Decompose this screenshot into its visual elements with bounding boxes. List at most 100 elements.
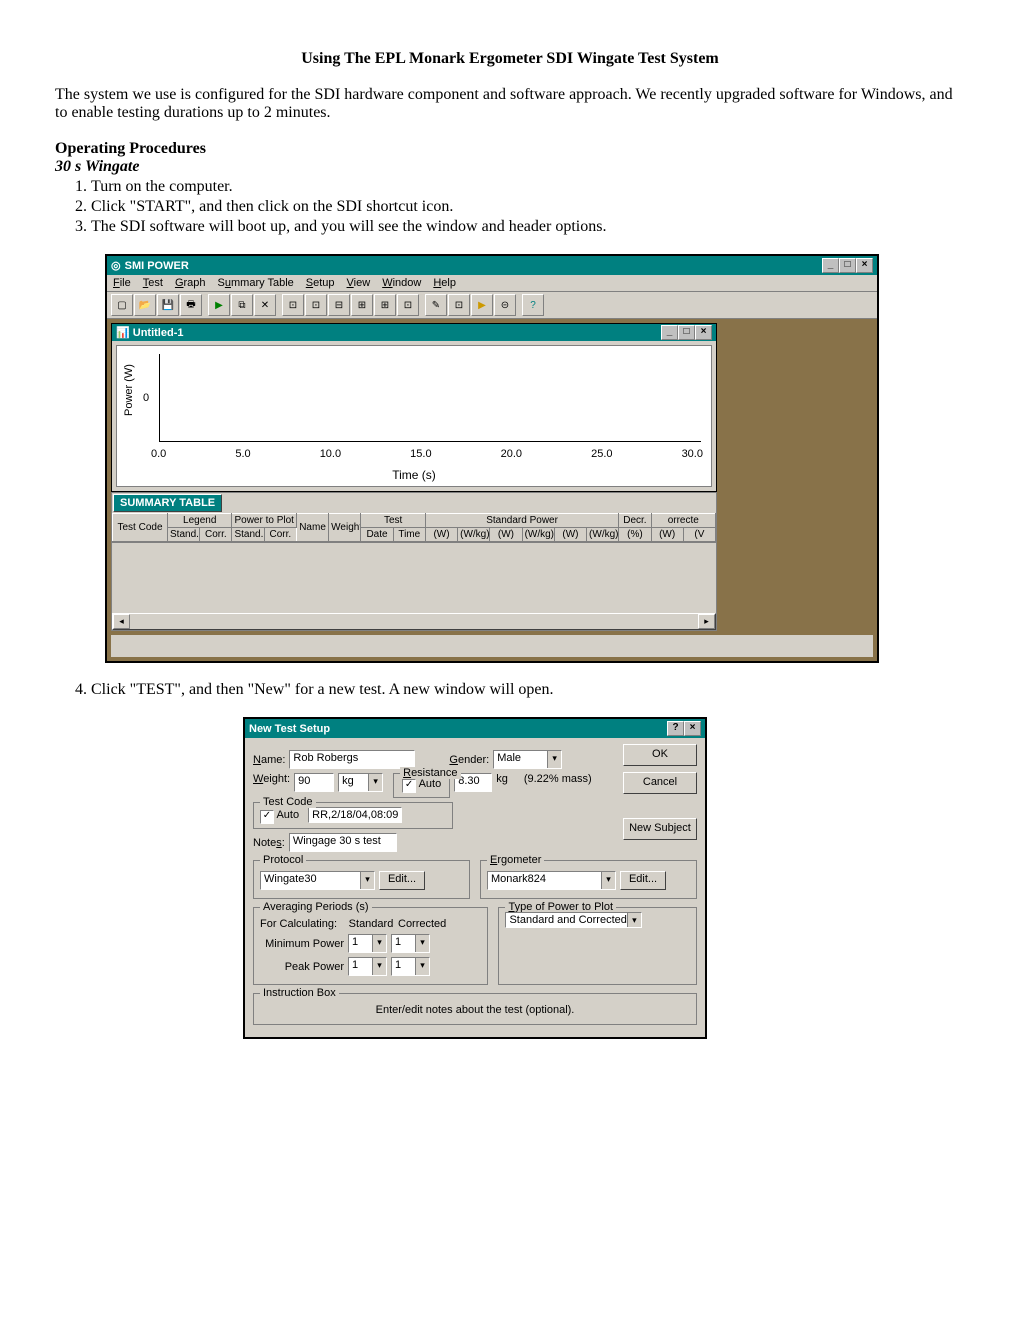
ergometer-select[interactable]: Monark824 [487, 871, 616, 890]
scroll-left-icon[interactable]: ◂ [113, 614, 130, 629]
peak-corr-select[interactable]: 1 [391, 957, 430, 976]
name-input[interactable]: Rob Robergs [289, 750, 415, 769]
col-header[interactable]: (W) [425, 528, 457, 542]
help-button[interactable]: ? [667, 721, 684, 736]
menu-setup[interactable]: Setup [306, 277, 335, 289]
title-bar[interactable]: ◎ SMI POWER _ □ × [107, 256, 877, 275]
step-item: The SDI software will boot up, and you w… [91, 218, 965, 236]
col-header[interactable]: (W/kg) [587, 528, 619, 542]
close-button[interactable]: × [695, 325, 712, 340]
col-group[interactable]: Test [361, 514, 425, 528]
weight-input[interactable]: 90 [294, 773, 334, 792]
scroll-right-icon[interactable]: ▸ [698, 614, 715, 629]
maximize-button[interactable]: □ [678, 325, 695, 340]
col-header[interactable]: Weight [329, 514, 361, 542]
menu-test[interactable]: Test [143, 277, 163, 289]
menu-view[interactable]: View [347, 277, 371, 289]
menu-help[interactable]: Help [433, 277, 456, 289]
ergometer-edit-button[interactable]: Edit... [620, 871, 666, 890]
delete-icon[interactable]: ✕ [254, 294, 276, 316]
ok-button[interactable]: OK [623, 744, 697, 766]
testcode-auto-checkbox[interactable]: ✓ [260, 810, 274, 824]
col-group[interactable]: Legend [168, 514, 232, 528]
print-icon[interactable]: 🖶 [180, 294, 202, 316]
notes-label: Notes: [253, 837, 285, 849]
min-std-select[interactable]: 1 [348, 934, 387, 953]
col-header[interactable]: (W/kg) [522, 528, 554, 542]
power-type-select[interactable]: Standard and Corrected [505, 912, 641, 928]
testcode-input[interactable]: RR,2/18/04,08:09 [308, 807, 402, 823]
col-header[interactable]: Corr. [264, 528, 296, 542]
col-header[interactable]: Test Code [113, 514, 168, 542]
tool-icon[interactable]: ✎ [425, 294, 447, 316]
menu-summary-table[interactable]: Summary Table [218, 277, 294, 289]
tool-icon[interactable]: ⊞ [374, 294, 396, 316]
tool-icon[interactable]: ⊡ [397, 294, 419, 316]
x-tick: 10.0 [320, 448, 341, 460]
cancel-button[interactable]: Cancel [623, 772, 697, 794]
standard-label: Standard [348, 918, 394, 930]
x-tick: 25.0 [591, 448, 612, 460]
protocol-edit-button[interactable]: Edit... [379, 871, 425, 890]
col-header[interactable]: Date [361, 528, 393, 542]
x-tick: 0.0 [151, 448, 166, 460]
summary-grid[interactable]: Test Code Legend Power to Plot Name Weig… [112, 513, 716, 542]
maximize-button[interactable]: □ [839, 258, 856, 273]
tool-icon[interactable]: ⊡ [448, 294, 470, 316]
menu-file[interactable]: File [113, 277, 131, 289]
child-title-bar[interactable]: 📊 Untitled-1 _ □ × [112, 324, 716, 341]
col-header[interactable]: Time [393, 528, 425, 542]
col-group[interactable]: Standard Power [425, 514, 618, 528]
x-tick: 15.0 [410, 448, 431, 460]
col-header[interactable]: (V [683, 528, 715, 542]
tool-icon[interactable]: ⊡ [305, 294, 327, 316]
min-corr-select[interactable]: 1 [391, 934, 430, 953]
menu-window[interactable]: Window [382, 277, 421, 289]
close-button[interactable]: × [856, 258, 873, 273]
x-axis-label: Time (s) [117, 468, 711, 482]
tool-icon[interactable]: ⊞ [351, 294, 373, 316]
close-button[interactable]: × [684, 721, 701, 736]
notes-input[interactable]: Wingage 30 s test [289, 833, 397, 852]
col-header[interactable]: Name [296, 514, 328, 542]
dialog-title-bar[interactable]: New Test Setup ? × [245, 719, 705, 738]
col-group[interactable]: orrecte [651, 514, 715, 528]
col-header[interactable]: (W) [554, 528, 586, 542]
corrected-label: Corrected [398, 918, 444, 930]
resistance-auto-checkbox[interactable]: ✓ [402, 779, 416, 793]
horizontal-scrollbar[interactable]: ◂ ▸ [112, 613, 716, 630]
col-header[interactable]: (W) [490, 528, 522, 542]
child-title: Untitled-1 [133, 327, 184, 339]
intro-paragraph: The system we use is configured for the … [55, 86, 965, 122]
save-icon[interactable]: 💾 [157, 294, 179, 316]
col-group[interactable]: Decr. [619, 514, 651, 528]
col-header[interactable]: Corr. [200, 528, 232, 542]
play-icon[interactable]: ▶ [208, 294, 230, 316]
tool-icon[interactable]: ⊡ [282, 294, 304, 316]
chart-child-window: 📊 Untitled-1 _ □ × Power (W) 0 0.0 5.0 1… [111, 323, 717, 492]
col-header[interactable]: (%) [619, 528, 651, 542]
section-heading: Operating Procedures [55, 140, 965, 158]
new-icon[interactable]: ▢ [111, 294, 133, 316]
minimize-button[interactable]: _ [822, 258, 839, 273]
power-chart: Power (W) 0 0.0 5.0 10.0 15.0 20.0 25.0 … [116, 345, 712, 487]
menu-graph[interactable]: Graph [175, 277, 206, 289]
col-header[interactable]: (W/kg) [458, 528, 490, 542]
new-subject-button[interactable]: New Subject [623, 818, 697, 840]
tool-icon[interactable]: ⊝ [494, 294, 516, 316]
col-group[interactable]: Power to Plot [232, 514, 296, 528]
toolbar: ▢ 📂 💾 🖶 ▶ ⧉ ✕ ⊡ ⊡ ⊟ ⊞ ⊞ ⊡ ✎ ⊡ ▶ ⊝ ? [107, 292, 877, 319]
tool-icon[interactable]: ⊟ [328, 294, 350, 316]
col-header[interactable]: Stand. [232, 528, 264, 542]
col-header[interactable]: (W) [651, 528, 683, 542]
weight-unit-select[interactable]: kg [338, 773, 383, 792]
gender-select[interactable]: Male [493, 750, 562, 769]
protocol-select[interactable]: Wingate30 [260, 871, 375, 890]
tool-icon[interactable]: ▶ [471, 294, 493, 316]
minimize-button[interactable]: _ [661, 325, 678, 340]
open-icon[interactable]: 📂 [134, 294, 156, 316]
help-icon[interactable]: ? [522, 294, 544, 316]
peak-std-select[interactable]: 1 [348, 957, 387, 976]
col-header[interactable]: Stand. [168, 528, 200, 542]
copy-icon[interactable]: ⧉ [231, 294, 253, 316]
